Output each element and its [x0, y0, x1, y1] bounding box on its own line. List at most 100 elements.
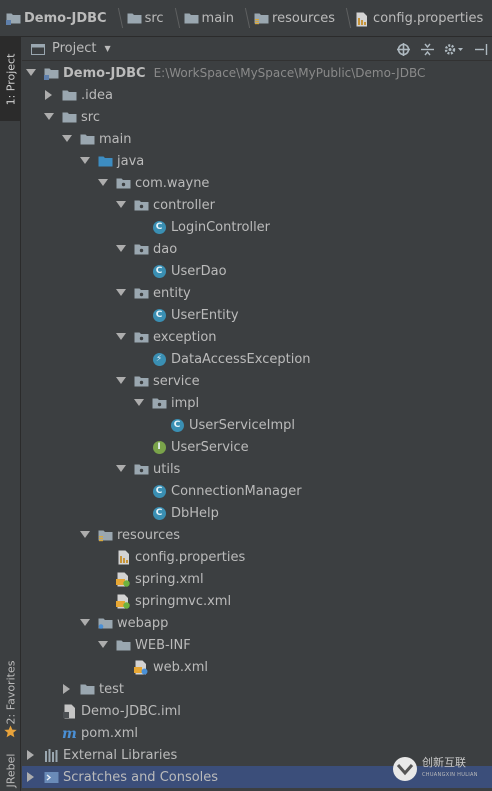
- tree-node[interactable]: C UserServiceImpl: [22, 414, 492, 436]
- tree-node[interactable]: utils: [22, 458, 492, 480]
- project-view-icon: [31, 43, 45, 55]
- tree-node[interactable]: Demo-JDBC E:\WorkSpace\MySpace\MyPublic\D…: [22, 62, 492, 84]
- tree-node[interactable]: .idea: [22, 84, 492, 106]
- breadcrumb-separator: [166, 8, 180, 28]
- tree-node[interactable]: main: [22, 128, 492, 150]
- expanded-arrow-icon[interactable]: [80, 618, 90, 628]
- collapsed-arrow-icon[interactable]: [44, 90, 54, 100]
- breadcrumb-label: main: [201, 10, 235, 26]
- properties-file-icon: [355, 12, 369, 27]
- breadcrumb-item[interactable]: src: [127, 0, 184, 36]
- expanded-arrow-icon[interactable]: [116, 288, 126, 298]
- expanded-arrow-icon[interactable]: [116, 332, 126, 342]
- expanded-arrow-icon[interactable]: [44, 112, 54, 122]
- folder-icon: [127, 12, 142, 24]
- tree-node-label: webapp: [117, 615, 169, 631]
- expanded-arrow-icon[interactable]: [62, 134, 72, 144]
- tree-node-label: LoginController: [171, 219, 271, 235]
- spring-xml-icon: [115, 571, 131, 587]
- tree-node[interactable]: C DbHelp: [22, 502, 492, 524]
- tree-node[interactable]: service: [22, 370, 492, 392]
- tree-node[interactable]: Demo-JDBC.iml: [22, 700, 492, 722]
- breadcrumb-label: src: [144, 10, 164, 26]
- breadcrumb-label: config.properties: [373, 10, 484, 26]
- breadcrumb-item[interactable]: main: [184, 0, 254, 36]
- tree-node[interactable]: spring.xml: [22, 568, 492, 590]
- watermark-subtext: CHUANGXIN HULIAN: [422, 772, 478, 778]
- tree-node-label: utils: [153, 461, 181, 477]
- project-tool-tab[interactable]: 1: Project: [0, 37, 21, 121]
- expanded-arrow-icon[interactable]: [80, 156, 90, 166]
- tree-node-label: exception: [153, 329, 217, 345]
- breadcrumb-label: resources: [272, 10, 336, 26]
- tree-node[interactable]: test: [22, 678, 492, 700]
- expanded-arrow-icon[interactable]: [116, 464, 126, 474]
- tree-node[interactable]: java: [22, 150, 492, 172]
- expanded-arrow-icon[interactable]: [134, 398, 144, 408]
- tree-node[interactable]: resources: [22, 524, 492, 546]
- project-tool-tab-label: 1: Project: [4, 53, 17, 105]
- tree-node[interactable]: I UserService: [22, 436, 492, 458]
- tree-node[interactable]: com.wayne: [22, 172, 492, 194]
- jrebel-tool-tab[interactable]: JRebel: [0, 749, 21, 791]
- folder-icon: [61, 87, 77, 103]
- breadcrumb-item[interactable]: Demo-JDBC: [6, 0, 127, 36]
- locate-icon[interactable]: [396, 42, 410, 56]
- tree-node-label: UserDao: [171, 263, 227, 279]
- breadcrumb-item[interactable]: resources: [254, 0, 355, 36]
- collapsed-arrow-icon[interactable]: [62, 684, 72, 694]
- collapsed-arrow-icon[interactable]: [26, 750, 36, 760]
- hide-icon[interactable]: [474, 42, 488, 56]
- tree-node-label: config.properties: [135, 549, 246, 565]
- tree-node-label: impl: [171, 395, 200, 411]
- class-icon: C: [151, 219, 167, 235]
- tree-node[interactable]: dao: [22, 238, 492, 260]
- folder-icon: [79, 131, 95, 147]
- tree-node[interactable]: webapp: [22, 612, 492, 634]
- expanded-arrow-icon[interactable]: [116, 376, 126, 386]
- module-folder-icon: [6, 12, 21, 25]
- project-view-selector[interactable]: Project ▼: [31, 41, 111, 56]
- expanded-arrow-icon[interactable]: [26, 68, 36, 78]
- tree-node[interactable]: springmvc.xml: [22, 590, 492, 612]
- tree-node-label: src: [81, 109, 100, 125]
- breadcrumb-item[interactable]: config.properties: [355, 0, 484, 36]
- tree-node[interactable]: ⚡ DataAccessException: [22, 348, 492, 370]
- tree-node[interactable]: C UserEntity: [22, 304, 492, 326]
- tree-node[interactable]: impl: [22, 392, 492, 414]
- favorites-tool-tab-label: 2: Favorites: [4, 660, 18, 724]
- settings-icon[interactable]: [444, 42, 464, 56]
- tree-node[interactable]: C UserDao: [22, 260, 492, 282]
- class-icon: C: [169, 417, 185, 433]
- expanded-arrow-icon[interactable]: [80, 530, 90, 540]
- expanded-arrow-icon[interactable]: [98, 178, 108, 188]
- collapse-icon[interactable]: [420, 42, 434, 56]
- tree-node[interactable]: C ConnectionManager: [22, 480, 492, 502]
- expanded-arrow-icon[interactable]: [116, 200, 126, 210]
- tree-node-label: entity: [153, 285, 191, 301]
- expanded-arrow-icon[interactable]: [98, 640, 108, 650]
- tree-node[interactable]: m pom.xml: [22, 722, 492, 744]
- tree-node[interactable]: C LoginController: [22, 216, 492, 238]
- project-path: E:\WorkSpace\MySpace\MyPublic\Demo-JDBC: [153, 66, 426, 80]
- expanded-arrow-icon[interactable]: [116, 244, 126, 254]
- tree-node[interactable]: controller: [22, 194, 492, 216]
- tree-node[interactable]: config.properties: [22, 546, 492, 568]
- star-icon: [4, 725, 17, 738]
- favorites-tool-tab[interactable]: 2: Favorites: [0, 652, 21, 732]
- tree-node-label: resources: [117, 527, 181, 543]
- tree-node[interactable]: src: [22, 106, 492, 128]
- module-folder-icon: [43, 65, 59, 81]
- properties-file-icon: [115, 549, 131, 565]
- panel-toolbar: [396, 37, 488, 61]
- package-icon: [133, 197, 149, 213]
- collapsed-arrow-icon[interactable]: [26, 772, 36, 782]
- tree-node[interactable]: entity: [22, 282, 492, 304]
- tree-node-label: com.wayne: [135, 175, 210, 191]
- tree-node-label: DbHelp: [171, 505, 219, 521]
- package-icon: [133, 461, 149, 477]
- tree-node[interactable]: exception: [22, 326, 492, 348]
- tree-node[interactable]: web.xml: [22, 656, 492, 678]
- tree-node[interactable]: WEB-INF: [22, 634, 492, 656]
- maven-icon: m: [61, 725, 77, 741]
